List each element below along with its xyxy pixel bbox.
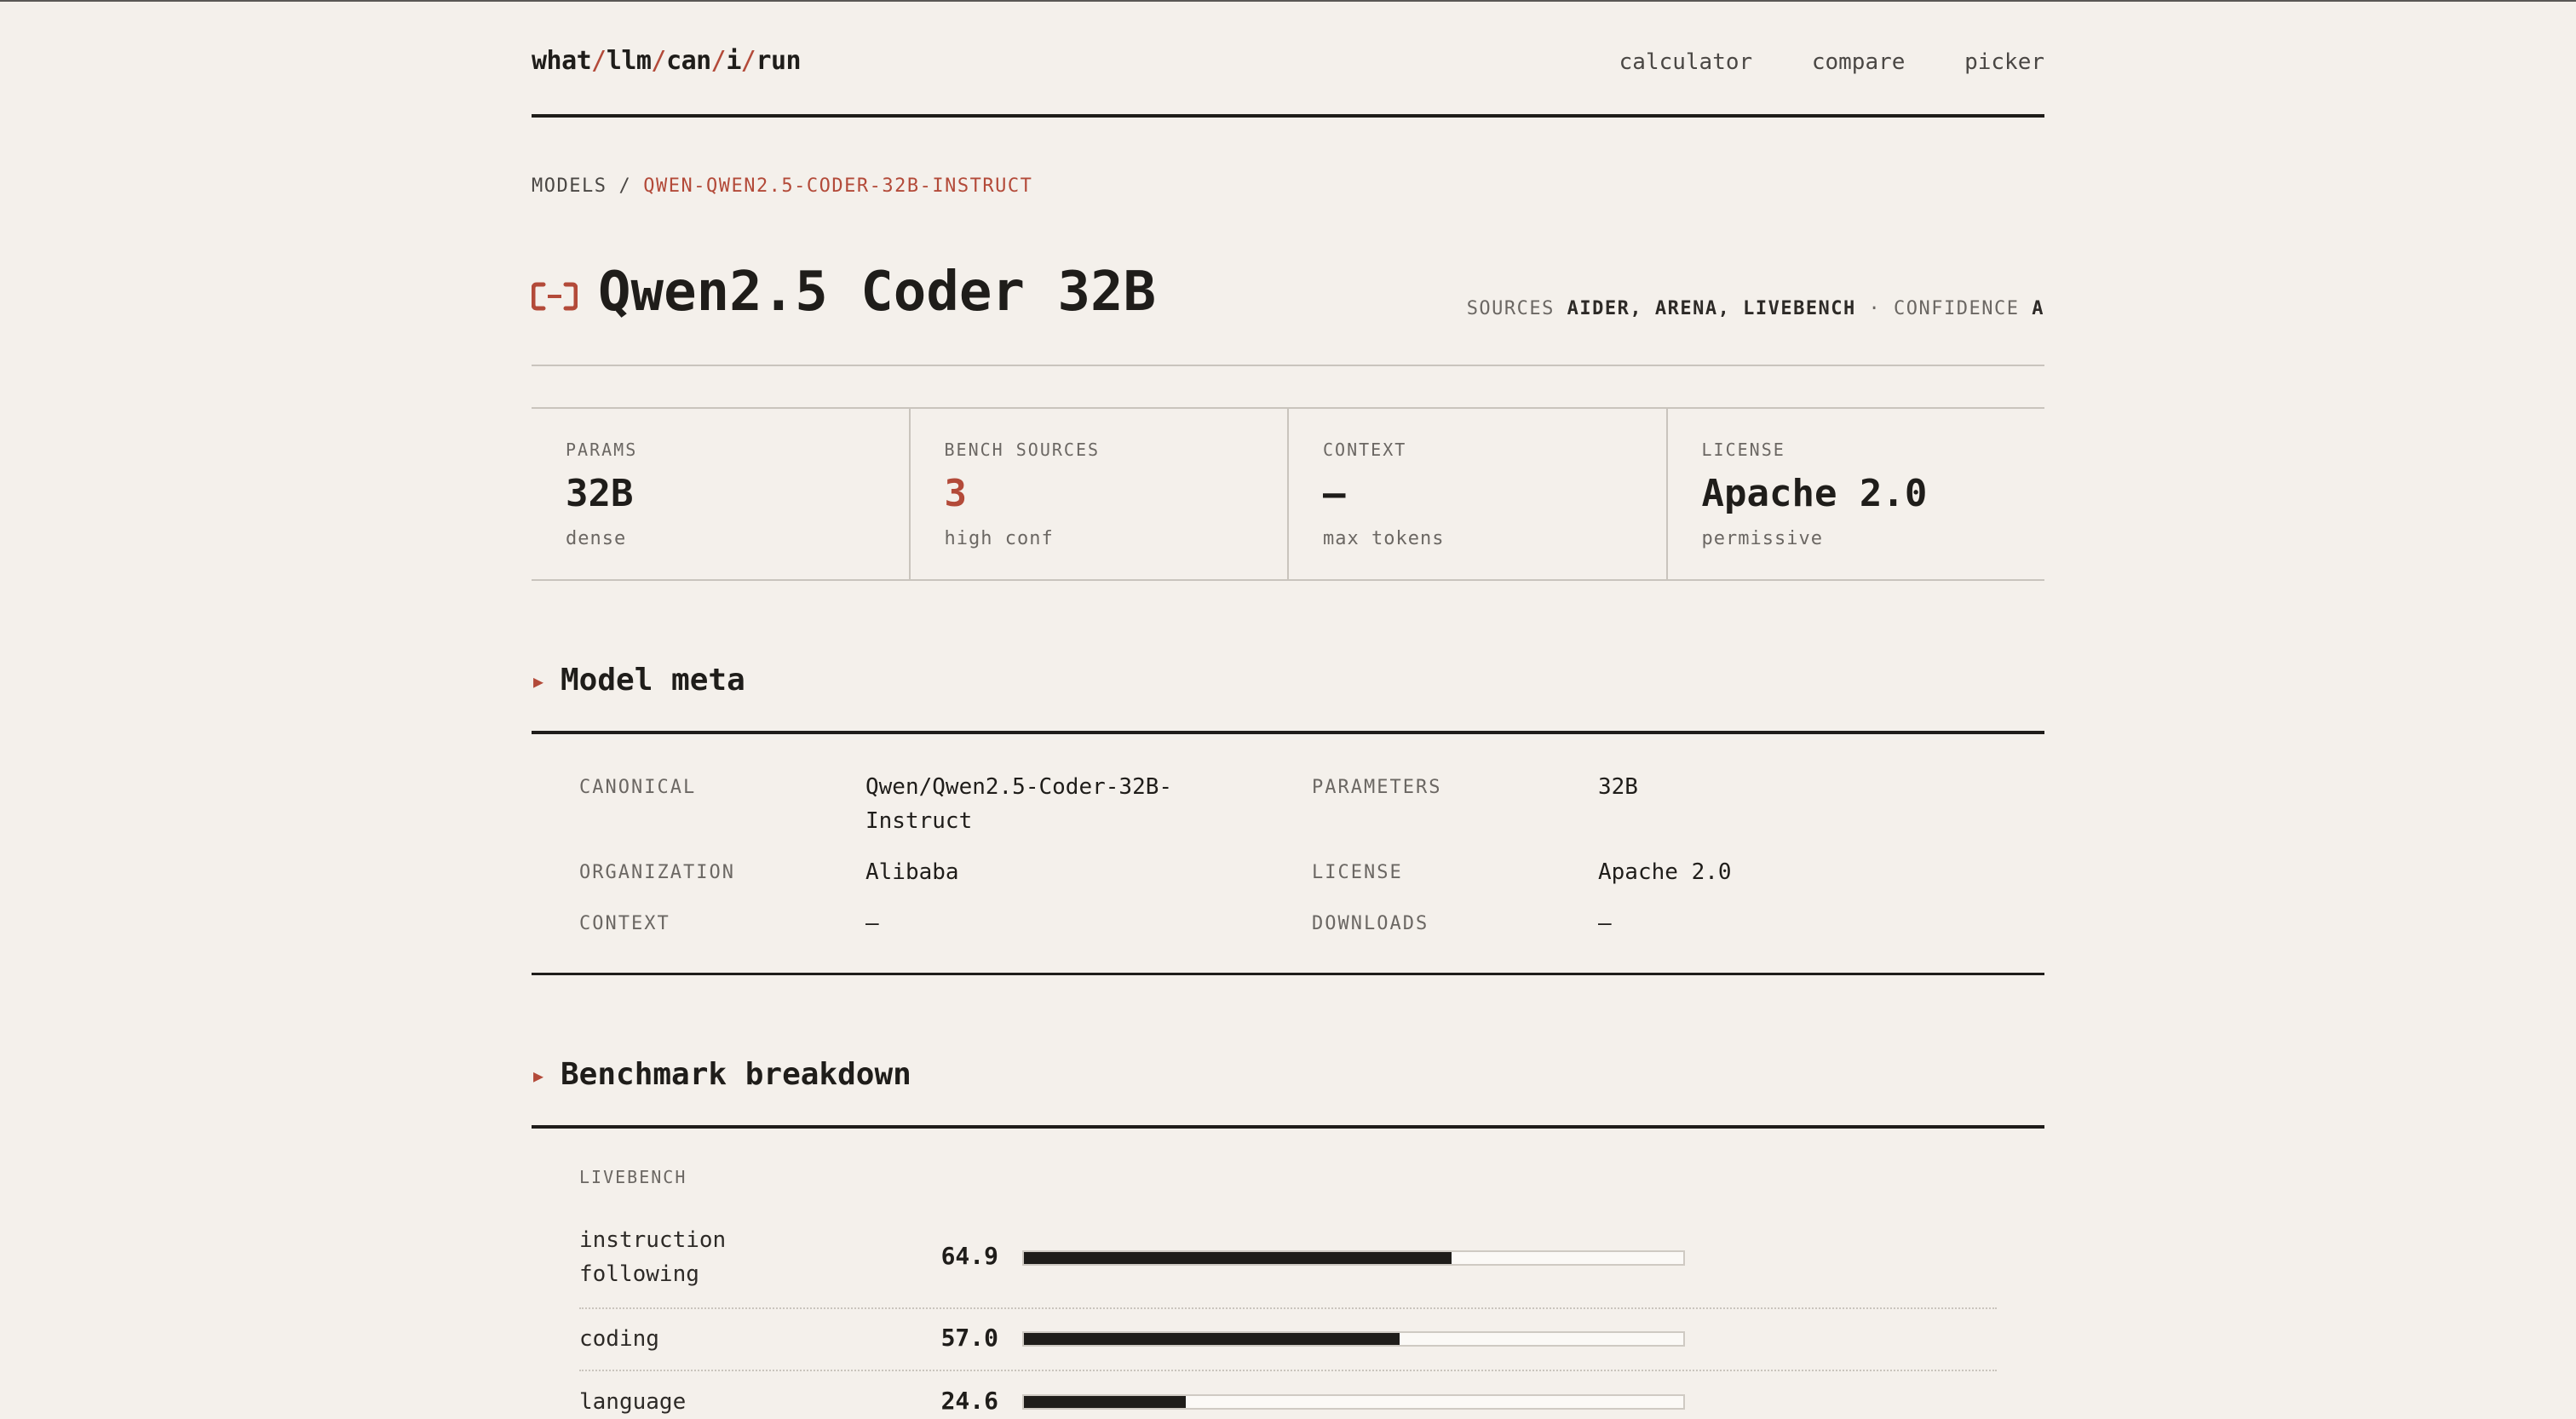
top-border — [0, 0, 2576, 2]
stat-sub: max tokens — [1323, 528, 1445, 549]
meta-value-downloads: — — [1598, 911, 1612, 936]
stat-bench-sources: BENCH SOURCES 3 high conf — [911, 409, 1289, 579]
logo-part-what: what — [532, 46, 592, 76]
stat-context: CONTEXT — max tokens — [1289, 409, 1668, 579]
stat-value: 3 — [944, 472, 968, 515]
benchmark-bar-fill — [1024, 1396, 1187, 1408]
stats-grid: PARAMS 32B dense BENCH SOURCES 3 high co… — [532, 407, 2044, 581]
benchmark-score: 64.9 — [940, 1242, 998, 1270]
header-divider — [532, 114, 2044, 118]
nav-link-picker[interactable]: picker — [1964, 49, 2044, 75]
logo-separator: / — [591, 46, 607, 76]
logo-separator: / — [651, 46, 667, 76]
breadcrumb-models-link[interactable]: MODELS — [532, 175, 607, 197]
stat-sub: high conf — [944, 528, 1054, 549]
stat-sub: dense — [566, 528, 627, 549]
stat-value: 32B — [566, 472, 634, 515]
sources-label: SOURCES — [1466, 298, 1555, 319]
stat-params: PARAMS 32B dense — [532, 409, 911, 579]
confidence-label: CONFIDENCE — [1894, 298, 2020, 319]
section-heading-model-meta: Model meta — [561, 663, 745, 698]
stat-label: LICENSE — [1701, 439, 1785, 460]
breadcrumb: MODELS / QWEN-QWEN2.5-CODER-32B-INSTRUCT — [532, 175, 1032, 197]
logo-part-can: can — [666, 46, 711, 76]
stat-value: Apache 2.0 — [1701, 472, 1928, 515]
model-sources-meta: SOURCES AIDER, ARENA, LIVEBENCH · CONFID… — [1467, 298, 2044, 319]
stat-label: CONTEXT — [1323, 439, 1407, 460]
site-logo[interactable]: what/llm/can/i/run — [532, 46, 802, 76]
page-title: Qwen2.5 Coder 32B — [598, 261, 1157, 324]
meta-table-bottom-rule — [532, 973, 2044, 975]
stat-license: LICENSE Apache 2.0 permissive — [1668, 409, 2045, 579]
section-divider — [532, 731, 2044, 734]
benchmark-score: 24.6 — [940, 1387, 998, 1415]
meta-dot: · — [1868, 298, 1882, 319]
meta-value-parameters: 32B — [1598, 774, 1638, 800]
sources-value: AIDER, ARENA, LIVEBENCH — [1567, 298, 1856, 319]
logo-separator: / — [740, 46, 756, 76]
meta-value-organization: Alibaba — [865, 859, 959, 885]
meta-label-organization: ORGANIZATION — [579, 862, 735, 883]
logo-part-i: i — [726, 46, 741, 76]
logo-part-run: run — [756, 46, 802, 76]
benchmark-bar — [1022, 1394, 1685, 1410]
benchmark-bar-fill — [1024, 1252, 1452, 1264]
caret-right-icon: ▶ — [533, 1066, 544, 1086]
title-divider — [532, 365, 2044, 366]
benchmark-name: language — [579, 1389, 687, 1415]
stat-sub: permissive — [1701, 528, 1823, 549]
meta-label-parameters: PARAMETERS — [1312, 777, 1442, 798]
model-title-row: Qwen2.5 Coder 32B SOURCES AIDER, ARENA, … — [532, 261, 2044, 329]
alibaba-cloud-icon — [532, 282, 578, 311]
breadcrumb-separator: / — [618, 175, 632, 197]
caret-right-icon: ▶ — [533, 671, 544, 692]
nav-link-compare[interactable]: compare — [1812, 49, 1906, 75]
meta-label-canonical: CANONICAL — [579, 777, 697, 798]
stat-label: PARAMS — [566, 439, 638, 460]
confidence-value: A — [2032, 298, 2044, 319]
meta-value-context: — — [865, 911, 879, 936]
meta-label-license: LICENSE — [1312, 862, 1403, 883]
breadcrumb-current: QWEN-QWEN2.5-CODER-32B-INSTRUCT — [643, 175, 1033, 197]
nav-link-calculator[interactable]: calculator — [1619, 49, 1753, 75]
section-divider — [532, 1125, 2044, 1129]
benchmark-bar — [1022, 1250, 1685, 1266]
meta-value-canonical: Qwen/Qwen2.5-Coder-32B-Instruct — [865, 774, 1173, 834]
benchmark-source-label: LIVEBENCH — [579, 1167, 687, 1187]
meta-value-license: Apache 2.0 — [1598, 859, 1732, 885]
benchmark-score: 57.0 — [940, 1324, 998, 1352]
stat-value: — — [1323, 472, 1346, 515]
logo-part-llm: llm — [606, 46, 652, 76]
section-heading-benchmark-breakdown: Benchmark breakdown — [561, 1057, 911, 1092]
site-header: what/llm/can/i/run calculator compare pi… — [532, 46, 2044, 80]
stat-label: BENCH SOURCES — [944, 439, 1101, 460]
benchmark-name: instruction following — [579, 1227, 727, 1287]
benchmark-name: coding — [579, 1326, 659, 1352]
row-divider — [579, 1307, 1997, 1309]
row-divider — [579, 1370, 1997, 1371]
benchmark-bar — [1022, 1331, 1685, 1347]
meta-label-context: CONTEXT — [579, 913, 670, 934]
meta-label-downloads: DOWNLOADS — [1312, 913, 1429, 934]
logo-separator: / — [710, 46, 727, 76]
main-nav: calculator compare picker — [1573, 49, 2044, 75]
benchmark-bar-fill — [1024, 1333, 1400, 1345]
